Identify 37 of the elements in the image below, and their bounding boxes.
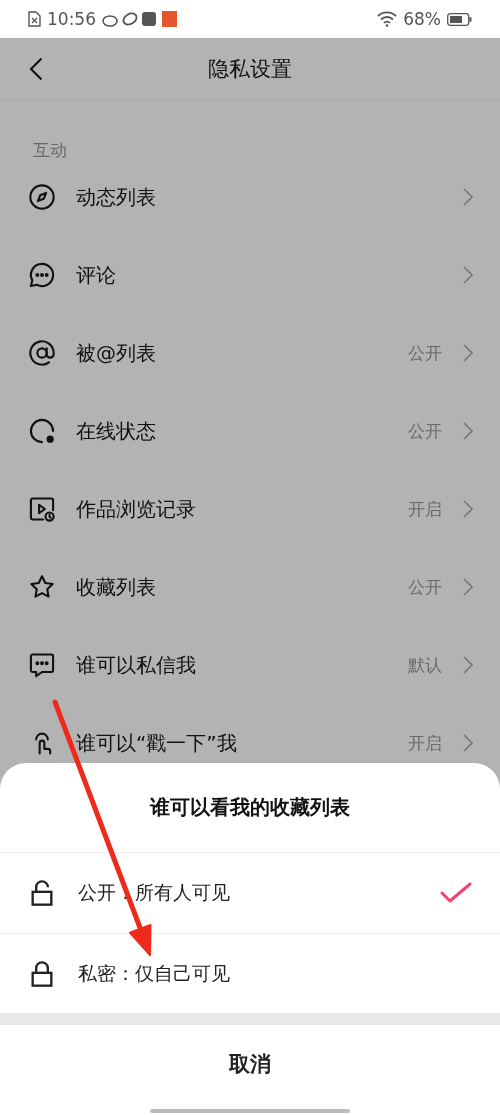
chevron-icon — [462, 421, 474, 441]
at-sign-icon — [28, 339, 56, 367]
page-title: 隐私设置 — [208, 56, 292, 83]
setting-value: 开启 — [408, 731, 442, 755]
setting-label[interactable]: 动态列表 — [76, 183, 442, 211]
chat-bubble-icon — [28, 261, 56, 289]
status-time: 10:56 — [47, 9, 96, 29]
setting-label[interactable]: 谁可以私信我 — [76, 651, 388, 679]
chevron-icon — [462, 733, 474, 753]
chevron-icon — [462, 499, 474, 519]
star-icon — [28, 573, 56, 601]
setting-value: 开启 — [408, 497, 442, 521]
setting-label[interactable]: 收藏列表 — [76, 573, 388, 601]
chevron-icon — [462, 577, 474, 597]
setting-label[interactable]: 谁可以“戳一下”我 — [76, 729, 388, 757]
status-circle-icon — [28, 417, 56, 445]
setting-value: 公开 — [408, 419, 442, 443]
chevron-icon — [462, 265, 474, 285]
setting-label[interactable]: 被@列表 — [76, 339, 388, 367]
wifi-icon — [377, 11, 398, 27]
checkmark-icon — [440, 881, 472, 905]
chevron-icon — [462, 187, 474, 207]
setting-value: 公开 — [408, 575, 442, 599]
setting-label[interactable]: 作品浏览记录 — [76, 495, 388, 523]
battery-percent: 68% — [403, 9, 441, 29]
setting-label[interactable]: 在线状态 — [76, 417, 388, 445]
message-icon — [28, 651, 56, 679]
compass-icon — [28, 183, 56, 211]
battery-icon — [447, 12, 472, 26]
setting-value: 公开 — [408, 341, 442, 365]
setting-label[interactable]: 评论 — [76, 261, 442, 289]
file-icon — [28, 11, 41, 27]
chevron-icon — [462, 343, 474, 363]
video-history-icon — [28, 495, 56, 523]
chevron-icon — [462, 655, 474, 675]
section-heading: 互动 — [32, 139, 68, 162]
setting-value: 默认 — [408, 653, 442, 677]
